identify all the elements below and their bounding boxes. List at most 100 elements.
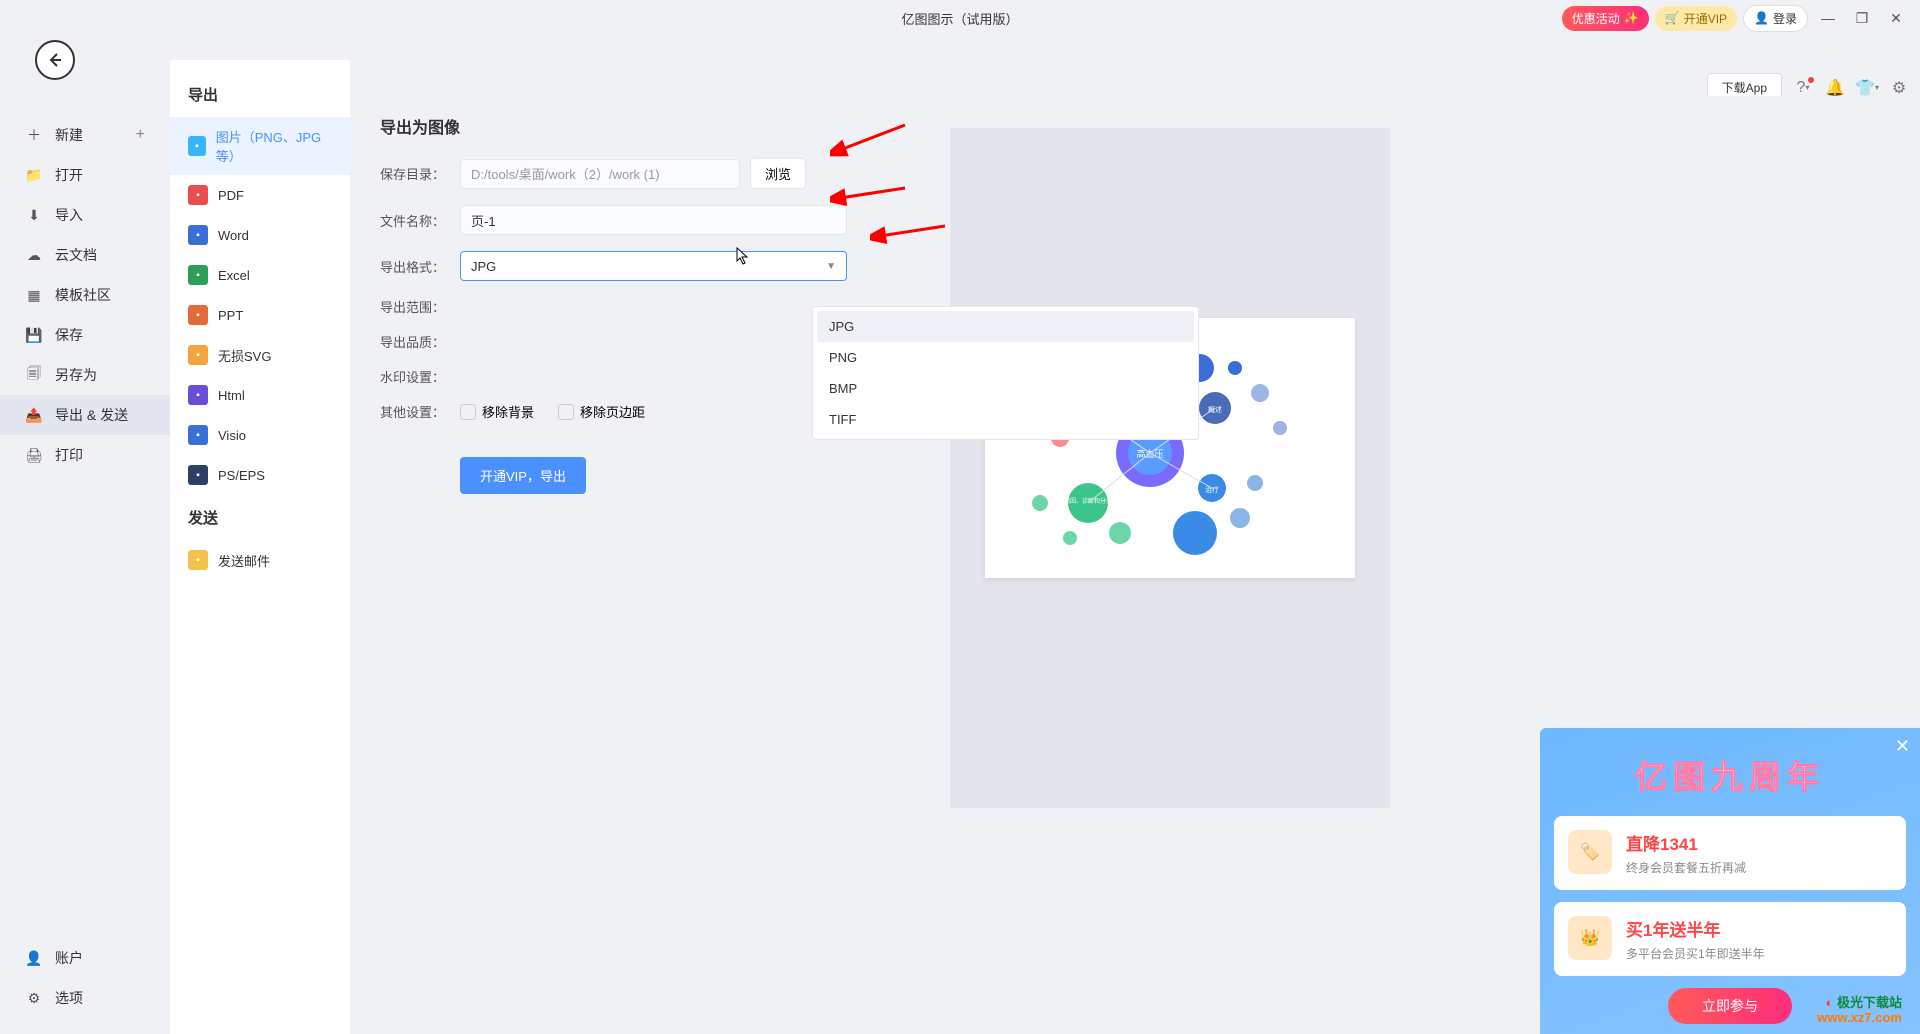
- export-format-item[interactable]: ▪PPT: [170, 295, 350, 335]
- gear-icon: ⚙: [25, 989, 43, 1007]
- sidebar-item-user[interactable]: 👤账户: [0, 938, 170, 978]
- label-quality: 导出品质：: [380, 332, 460, 351]
- promo-title: 亿图九周年: [1554, 752, 1906, 798]
- sidebar-item-cloud[interactable]: ☁ 云文档: [0, 235, 170, 275]
- export-format-item[interactable]: ▪PDF: [170, 175, 350, 215]
- export-format-item[interactable]: ▪Excel: [170, 255, 350, 295]
- chevron-down-icon: ▼: [826, 261, 836, 272]
- dir-input[interactable]: [460, 159, 740, 189]
- file-icon: ▪: [188, 425, 208, 445]
- label-range: 导出范围：: [380, 297, 460, 316]
- watermark: ◐ 极光下载站 www.xz7.com: [1817, 995, 1902, 1026]
- user-icon: 👤: [25, 949, 43, 967]
- label-dir: 保存目录：: [380, 164, 460, 183]
- svg-text:概述: 概述: [1208, 405, 1222, 414]
- label-watermark: 水印设置：: [380, 367, 460, 386]
- minimize-button[interactable]: —: [1814, 4, 1842, 32]
- plus-icon[interactable]: +: [136, 126, 145, 144]
- file-icon: ▪: [188, 465, 208, 485]
- sidebar-item-label: 保存: [55, 325, 83, 345]
- sale-icon: 🏷️: [1568, 830, 1612, 874]
- format-option[interactable]: JPG: [817, 311, 1194, 342]
- back-button[interactable]: [35, 40, 75, 80]
- sidebar-item-import[interactable]: ⬇ 导入: [0, 195, 170, 235]
- filename-input[interactable]: [460, 205, 847, 235]
- file-icon: ▪: [188, 136, 206, 156]
- vip-button[interactable]: 🛒开通VIP: [1655, 6, 1737, 31]
- format-dropdown: JPGPNGBMPTIFF: [812, 306, 1199, 440]
- file-icon: ▪: [188, 185, 208, 205]
- sidebar-item-label: 打印: [55, 445, 83, 465]
- export-sidebar: 导出 ▪图片（PNG、JPG等）▪PDF▪Word▪Excel▪PPT▪无损SV…: [170, 60, 350, 1034]
- export-format-item[interactable]: ▪Visio: [170, 415, 350, 455]
- export-format-item[interactable]: ▪Html: [170, 375, 350, 415]
- file-icon: ▪: [188, 265, 208, 285]
- sidebar-item-label: 云文档: [55, 245, 97, 265]
- crown-icon: 👑: [1568, 916, 1612, 960]
- import-icon: ⬇: [25, 206, 43, 224]
- label-removebg: 移除背景: [482, 402, 534, 421]
- sidebar-item-folder[interactable]: 📁 打开: [0, 155, 170, 195]
- sparkle-icon: ✨: [1624, 11, 1639, 25]
- export-format-item[interactable]: ▪发送邮件: [170, 540, 350, 580]
- sidebar-item-label: 另存为: [55, 365, 97, 385]
- folder-icon: 📁: [25, 166, 43, 184]
- format-option[interactable]: BMP: [817, 373, 1194, 404]
- svg-text:治疗: 治疗: [1205, 485, 1219, 494]
- export-format-item[interactable]: ▪无损SVG: [170, 335, 350, 375]
- close-button[interactable]: ✕: [1882, 4, 1910, 32]
- sidebar-item-label: 导入: [55, 205, 83, 225]
- cloud-icon: ☁: [25, 246, 43, 264]
- format-option[interactable]: TIFF: [817, 404, 1194, 435]
- window-title: 亿图图示（试用版）: [901, 9, 1018, 28]
- promo-join-button[interactable]: 立即参与: [1668, 988, 1792, 1024]
- sidebar-item-label: 新建: [55, 125, 83, 145]
- sidebar-item-print[interactable]: 🖨 打印: [0, 435, 170, 475]
- format-select[interactable]: JPG ▼: [460, 251, 847, 281]
- export-format-item[interactable]: ▪图片（PNG、JPG等）: [170, 117, 350, 175]
- primary-sidebar: ＋ 新建 + 📁 打开 ⬇ 导入 ☁ 云文档 ▦ 模板社区 💾 保存 🗐 另存为 📤 导出 & 发送 🖨 打印 👤账…: [0, 105, 170, 1034]
- file-icon: ▪: [188, 550, 208, 570]
- sidebar-item-save[interactable]: 💾 保存: [0, 315, 170, 355]
- cart-icon: 🛒: [1665, 11, 1680, 25]
- login-button[interactable]: 👤登录: [1743, 5, 1808, 32]
- export-icon: 📤: [25, 406, 43, 424]
- file-icon: ▪: [188, 305, 208, 325]
- label-removepad: 移除页边距: [580, 402, 645, 421]
- sidebar-item-saveas[interactable]: 🗐 另存为: [0, 355, 170, 395]
- label-other: 其他设置：: [380, 402, 460, 421]
- label-format: 导出格式：: [380, 257, 460, 276]
- send-section-head: 发送: [170, 495, 350, 540]
- save-icon: 💾: [25, 326, 43, 344]
- sidebar-item-templates[interactable]: ▦ 模板社区: [0, 275, 170, 315]
- promo-popup: ✕ 亿图九周年 🏷️ 直降1341终身会员套餐五折再减 👑 买1年送半年多平台会…: [1540, 728, 1920, 1034]
- checkbox-removepad[interactable]: [558, 404, 574, 420]
- sidebar-item-export[interactable]: 📤 导出 & 发送: [0, 395, 170, 435]
- saveas-icon: 🗐: [25, 366, 43, 384]
- export-format-item[interactable]: ▪PS/EPS: [170, 455, 350, 495]
- arrow-left-icon: [45, 50, 65, 70]
- maximize-button[interactable]: ❐: [1848, 4, 1876, 32]
- export-section-head: 导出: [170, 72, 350, 117]
- format-option[interactable]: PNG: [817, 342, 1194, 373]
- sidebar-item-label: 导出 & 发送: [55, 405, 128, 425]
- label-filename: 文件名称：: [380, 211, 460, 230]
- browse-button[interactable]: 浏览: [750, 158, 806, 189]
- promo-button[interactable]: 优惠活动✨: [1562, 6, 1649, 31]
- sidebar-item-label: 打开: [55, 165, 83, 185]
- svg-text:病因、诊断和分类: 病因、诊断和分类: [1064, 497, 1112, 505]
- promo-card-2[interactable]: 👑 买1年送半年多平台会员买1年即送半年: [1554, 902, 1906, 976]
- print-icon: 🖨: [25, 446, 43, 464]
- user-icon: 👤: [1754, 11, 1769, 25]
- plus-icon: ＋: [25, 126, 43, 144]
- promo-card-1[interactable]: 🏷️ 直降1341终身会员套餐五折再减: [1554, 816, 1906, 890]
- export-format-item[interactable]: ▪Word: [170, 215, 350, 255]
- sidebar-item-label: 模板社区: [55, 285, 111, 305]
- checkbox-removebg[interactable]: [460, 404, 476, 420]
- file-icon: ▪: [188, 385, 208, 405]
- templates-icon: ▦: [25, 286, 43, 304]
- sidebar-item-gear[interactable]: ⚙选项: [0, 978, 170, 1018]
- sidebar-item-plus[interactable]: ＋ 新建 +: [0, 115, 170, 155]
- export-button[interactable]: 开通VIP，导出: [460, 457, 586, 494]
- promo-close-button[interactable]: ✕: [1895, 736, 1910, 757]
